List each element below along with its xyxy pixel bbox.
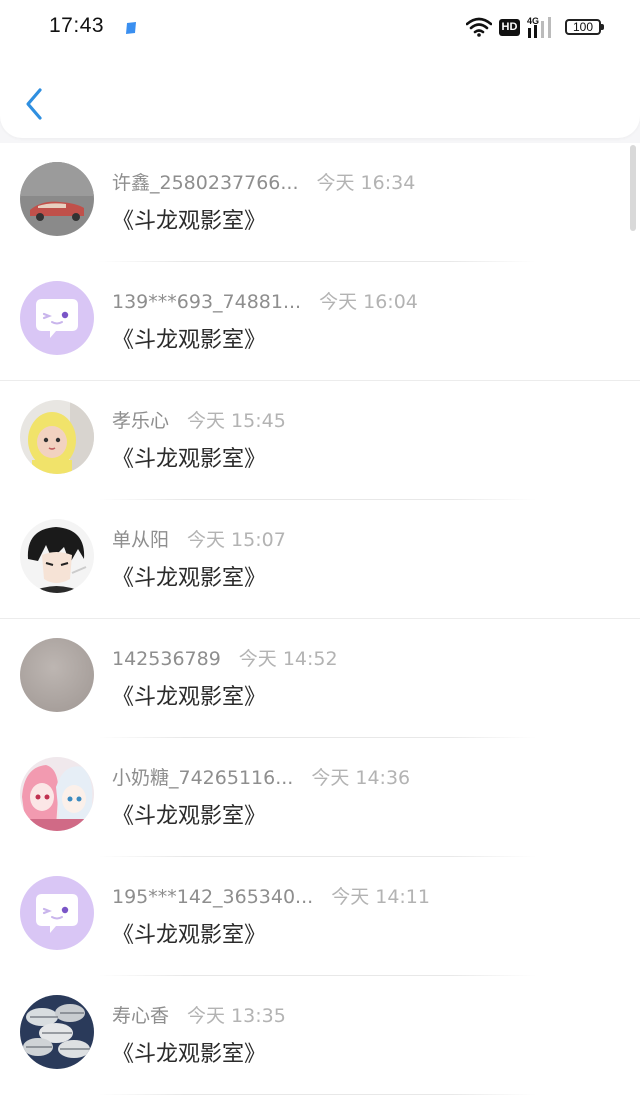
list-item[interactable]: 单从阳 今天 15:07 《斗龙观影室》 xyxy=(0,500,640,619)
timestamp: 今天 15:07 xyxy=(187,529,286,551)
user-name: 寿心香 xyxy=(112,1005,170,1027)
user-name: 195***142_365340... xyxy=(112,886,314,908)
list-item[interactable]: 139***693_74881... 今天 16:04 《斗龙观影室》 xyxy=(0,262,640,381)
timestamp: 今天 16:04 xyxy=(319,291,418,313)
battery-indicator: 100 xyxy=(565,19,604,35)
item-title: 《斗龙观影室》 xyxy=(112,1042,267,1067)
list-item[interactable]: 寿心香 今天 13:35 《斗龙观影室》 xyxy=(0,976,640,1095)
user-name: 孝乐心 xyxy=(112,410,170,432)
user-name: 139***693_74881... xyxy=(112,291,302,313)
chevron-left-icon xyxy=(26,88,42,120)
item-meta: 许鑫_2580237766... 今天 16:34 xyxy=(112,168,415,194)
chat-bubble-icon xyxy=(20,876,94,950)
item-meta: 孝乐心 今天 15:45 xyxy=(112,406,286,432)
user-name: 单从阳 xyxy=(112,529,170,551)
divider xyxy=(98,1094,536,1095)
item-title: 《斗龙观影室》 xyxy=(112,685,267,710)
message-list: 许鑫_2580237766... 今天 16:34 《斗龙观影室》 139***6… xyxy=(0,143,640,1108)
user-name: 142536789 xyxy=(112,648,221,670)
item-meta: 139***693_74881... 今天 16:04 xyxy=(112,287,418,313)
timestamp: 今天 14:11 xyxy=(331,886,430,908)
avatar xyxy=(20,519,94,593)
list-item[interactable]: 孝乐心 今天 15:45 《斗龙观影室》 xyxy=(0,381,640,500)
item-meta: 寿心香 今天 13:35 xyxy=(112,1001,286,1027)
user-name: 小奶糖_74265116... xyxy=(112,767,294,789)
screen: 17:43 HD 4G 100 许鑫_2580237766... 今天 16:3… xyxy=(0,0,640,1108)
list-item[interactable]: 小奶糖_74265116... 今天 14:36 《斗龙观影室》 xyxy=(0,738,640,857)
avatar xyxy=(20,757,94,831)
user-name: 许鑫_2580237766... xyxy=(112,172,299,194)
item-title: 《斗龙观影室》 xyxy=(112,804,267,829)
status-time: 17:43 xyxy=(49,14,105,37)
avatar xyxy=(20,162,94,236)
item-meta: 195***142_365340... 今天 14:11 xyxy=(112,882,430,908)
timestamp: 今天 15:45 xyxy=(187,410,286,432)
wifi-icon xyxy=(466,17,492,37)
signal-icon: 4G xyxy=(527,16,551,38)
hd-badge: HD xyxy=(499,19,520,36)
list-item[interactable]: 142536789 今天 14:52 《斗龙观影室》 xyxy=(0,619,640,738)
chat-bubble-icon xyxy=(20,281,94,355)
avatar xyxy=(20,638,94,712)
scrollbar[interactable] xyxy=(630,145,636,231)
list-item[interactable]: 195***142_365340... 今天 14:11 《斗龙观影室》 xyxy=(0,857,640,976)
item-title: 《斗龙观影室》 xyxy=(112,566,267,591)
top-bar: 17:43 HD 4G 100 xyxy=(0,0,640,138)
list-item[interactable]: 许鑫_2580237766... 今天 16:34 《斗龙观影室》 xyxy=(0,143,640,262)
avatar xyxy=(20,400,94,474)
back-button[interactable] xyxy=(18,82,52,126)
item-title: 《斗龙观影室》 xyxy=(112,447,267,472)
item-meta: 单从阳 今天 15:07 xyxy=(112,525,286,551)
item-title: 《斗龙观影室》 xyxy=(112,923,267,948)
avatar xyxy=(20,995,94,1069)
item-meta: 142536789 今天 14:52 xyxy=(112,644,338,670)
status-bar: 17:43 HD 4G 100 xyxy=(0,0,640,56)
item-title: 《斗龙观影室》 xyxy=(112,328,267,353)
timestamp: 今天 14:52 xyxy=(238,648,338,670)
item-meta: 小奶糖_74265116... 今天 14:36 xyxy=(112,763,410,789)
timestamp: 今天 16:34 xyxy=(316,172,416,194)
item-title: 《斗龙观影室》 xyxy=(112,209,267,234)
network-label: 4G xyxy=(527,16,539,26)
timestamp: 今天 14:36 xyxy=(311,767,411,789)
app-notification-icon xyxy=(126,22,136,34)
timestamp: 今天 13:35 xyxy=(187,1005,286,1027)
